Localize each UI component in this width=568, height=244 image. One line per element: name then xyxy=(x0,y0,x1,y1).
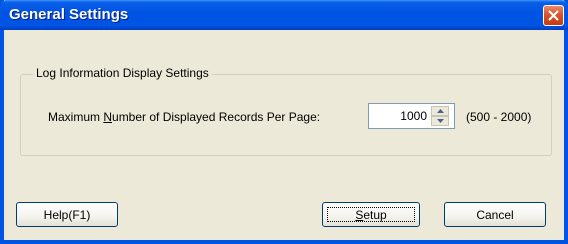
setup-button[interactable]: Setup xyxy=(322,202,420,227)
chevron-down-icon xyxy=(437,119,444,123)
groupbox-title: Log Information Display Settings xyxy=(33,66,212,81)
range-hint: (500 - 2000) xyxy=(466,110,532,124)
close-button[interactable] xyxy=(543,5,564,26)
max-records-spinbox xyxy=(368,103,455,129)
title-bar[interactable]: General Settings xyxy=(0,0,568,30)
cancel-button[interactable]: Cancel xyxy=(444,202,546,227)
help-button[interactable]: Help(F1) xyxy=(16,202,118,227)
spin-buttons xyxy=(431,106,451,126)
spin-up-button[interactable] xyxy=(431,106,449,116)
max-records-input[interactable] xyxy=(371,106,429,126)
spin-down-button[interactable] xyxy=(431,116,449,126)
close-icon xyxy=(548,10,559,21)
chevron-up-icon xyxy=(437,109,444,113)
window-title: General Settings xyxy=(9,6,129,23)
max-records-label: Maximum Number of Displayed Records Per … xyxy=(48,110,321,124)
